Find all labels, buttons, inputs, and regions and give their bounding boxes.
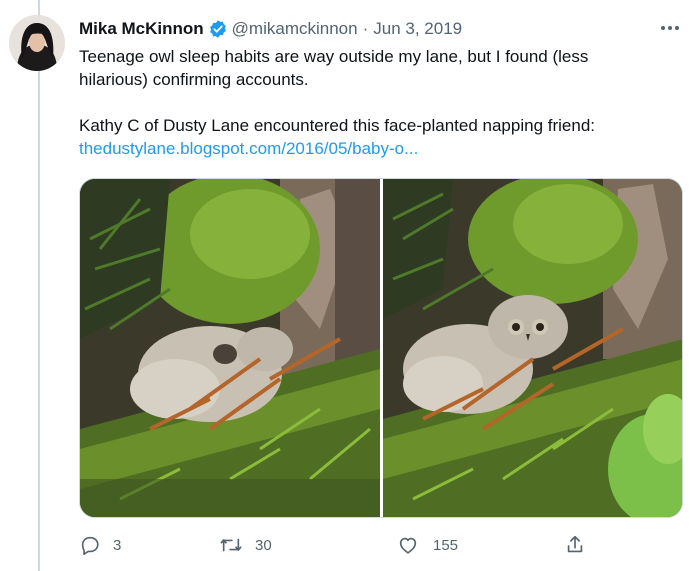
meta-separator: · bbox=[362, 19, 369, 38]
owl-photo-right[interactable] bbox=[383, 179, 683, 518]
avatar[interactable] bbox=[9, 15, 65, 71]
tweet-actions: 3 30 155 bbox=[79, 530, 599, 560]
reply-count: 3 bbox=[113, 536, 122, 554]
reply-icon bbox=[79, 534, 101, 556]
thread-line bbox=[38, 0, 40, 571]
verified-badge-icon bbox=[208, 19, 228, 39]
tweet-media[interactable] bbox=[79, 178, 683, 518]
tweet-text-paragraph-1: Teenage owl sleep habits are way outside… bbox=[79, 47, 589, 89]
like-count: 155 bbox=[433, 536, 459, 554]
author-name[interactable]: Mika McKinnon bbox=[79, 19, 204, 39]
share-icon bbox=[564, 534, 586, 556]
retweet-icon bbox=[219, 534, 243, 556]
retweet-count: 30 bbox=[255, 536, 272, 554]
tweet-date[interactable]: Jun 3, 2019 bbox=[373, 19, 462, 39]
author-handle[interactable]: @mikamckinnon bbox=[232, 19, 358, 39]
tweet-text: Teenage owl sleep habits are way outside… bbox=[79, 45, 659, 160]
like-button[interactable]: 155 bbox=[397, 530, 458, 560]
tweet-link[interactable]: thedustylane.blogspot.com/2016/05/baby-o… bbox=[79, 139, 418, 158]
retweet-button[interactable]: 30 bbox=[219, 530, 272, 560]
share-button[interactable] bbox=[564, 530, 586, 560]
like-icon bbox=[397, 534, 419, 556]
tweet-text-paragraph-2: Kathy C of Dusty Lane encountered this f… bbox=[79, 116, 596, 135]
owl-photo-left[interactable] bbox=[80, 179, 380, 518]
more-options-icon[interactable] bbox=[658, 16, 682, 40]
tweet-header: Mika McKinnon @mikamckinnon · Jun 3, 201… bbox=[79, 17, 676, 41]
reply-button[interactable]: 3 bbox=[79, 530, 121, 560]
